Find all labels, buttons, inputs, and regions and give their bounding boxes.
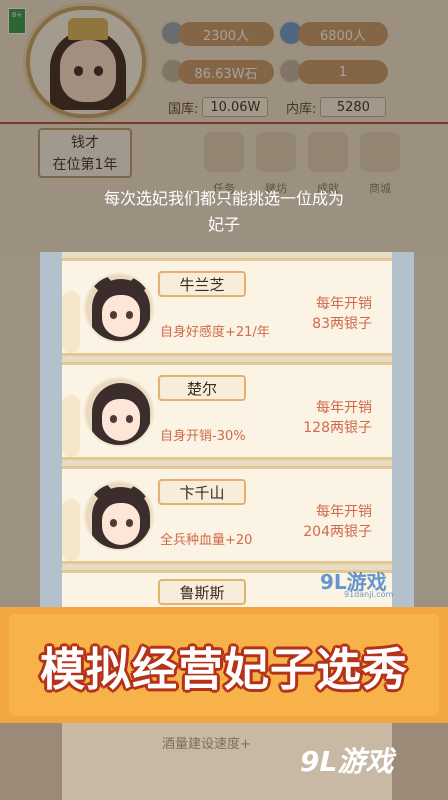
consort-face bbox=[102, 295, 140, 337]
hint-line-2: 妃子 bbox=[207, 215, 240, 234]
feather-decoration bbox=[62, 499, 80, 561]
consort-eye bbox=[110, 311, 117, 319]
candidate-card[interactable]: 卞千山 全兵种血量+20 每年开销 204两银子 bbox=[62, 466, 392, 564]
site-logo: 9L游戏 bbox=[300, 745, 394, 778]
consort-face bbox=[102, 399, 140, 441]
candidate-card[interactable]: 楚尔 自身开销-30% 每年开销 128两银子 bbox=[62, 362, 392, 460]
candidate-ability: 自身开销-30% bbox=[160, 429, 246, 444]
consort-avatar bbox=[84, 481, 154, 551]
consort-avatar bbox=[84, 273, 154, 343]
consort-avatar bbox=[84, 377, 154, 447]
consort-eye bbox=[126, 415, 133, 423]
cost-value: 83两银子 bbox=[312, 316, 372, 332]
consort-eye bbox=[126, 519, 133, 527]
watermark-url: 91danji.com bbox=[344, 590, 394, 599]
feather-decoration bbox=[62, 395, 80, 457]
promo-banner: 模拟经营妃子选秀 bbox=[0, 607, 448, 723]
consort-eye bbox=[110, 415, 117, 423]
candidate-name: 鲁斯斯 bbox=[158, 579, 246, 605]
promo-title: 模拟经营妃子选秀 bbox=[39, 642, 408, 696]
cost-value: 128两银子 bbox=[303, 420, 372, 436]
consort-face bbox=[102, 503, 140, 545]
hint-line-1: 每次选妃我们都只能挑选一位成为 bbox=[103, 189, 344, 208]
consort-eye bbox=[110, 519, 117, 527]
candidate-name: 楚尔 bbox=[158, 375, 246, 401]
cost-label: 每年开销 bbox=[316, 400, 372, 416]
cost-label: 每年开销 bbox=[316, 296, 372, 312]
candidate-name: 牛兰芝 bbox=[158, 271, 246, 297]
candidate-ability: 自身好感度+21/年 bbox=[160, 325, 270, 340]
selection-hint: 每次选妃我们都只能挑选一位成为 妃子 bbox=[0, 186, 448, 238]
cost-label: 每年开销 bbox=[316, 504, 372, 520]
candidate-card[interactable]: 牛兰芝 自身好感度+21/年 每年开销 83两银子 bbox=[62, 258, 392, 356]
promo-inner: 模拟经营妃子选秀 bbox=[9, 614, 439, 716]
cost-value: 204两银子 bbox=[303, 524, 372, 540]
consort-eye bbox=[126, 311, 133, 319]
candidate-name: 卞千山 bbox=[158, 479, 246, 505]
partial-ability-text: 酒量建设速度+ bbox=[162, 737, 251, 752]
candidate-ability: 全兵种血量+20 bbox=[160, 533, 253, 548]
feather-decoration bbox=[62, 291, 80, 353]
